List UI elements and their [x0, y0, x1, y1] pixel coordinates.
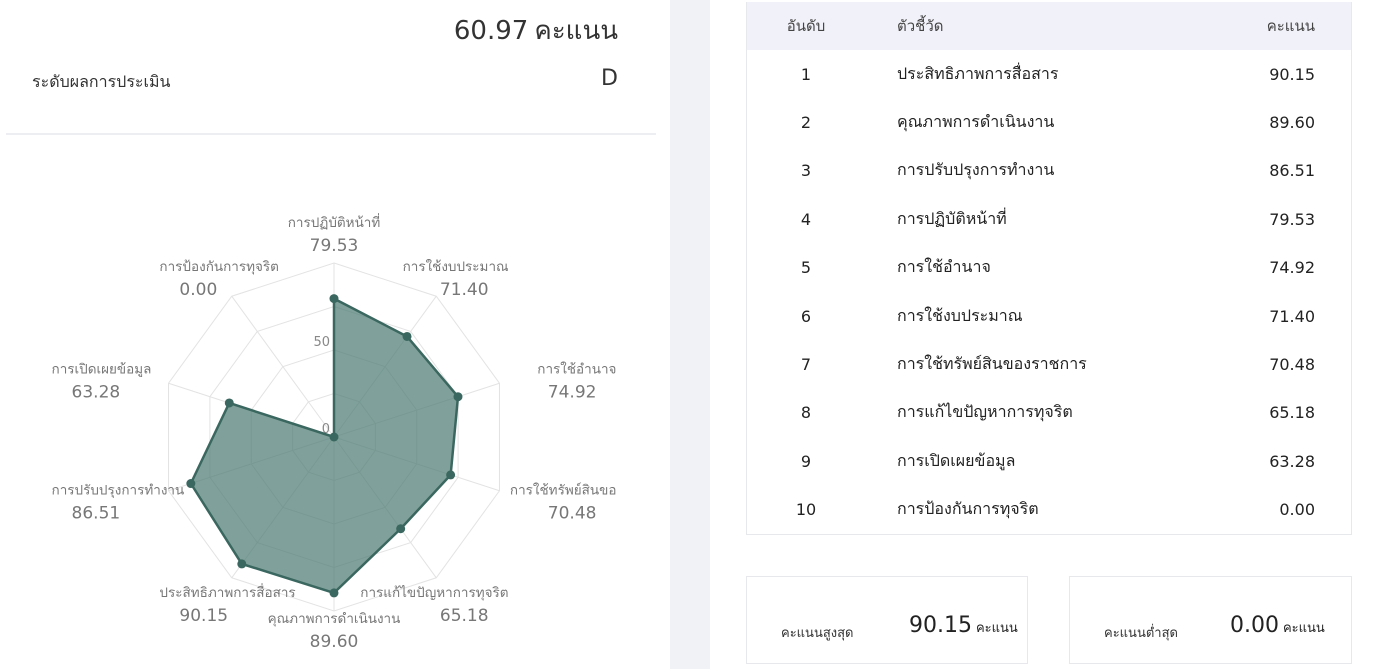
radar-chart: 050 การปฏิบัติหน้าที่79.53การใช้งบประมาณ…: [52, 213, 617, 652]
data-point: [329, 588, 339, 598]
row-rank: 1: [800, 64, 812, 84]
data-point: [453, 392, 463, 402]
row-score: 89.60: [1269, 113, 1315, 133]
data-point: [446, 470, 456, 480]
table-row: 4 การปฏิบัติหน้าที่ 79.53: [747, 195, 1351, 243]
row-rank: 2: [800, 113, 812, 133]
tick-label: 50: [313, 335, 330, 350]
data-point: [237, 559, 247, 569]
axis-label: การเปิดเผยข้อมูล: [52, 362, 152, 378]
row-indicator: คุณภาพการดำเนินงาน: [897, 112, 1055, 132]
score-panel: 60.97 คะแนน ระดับผลการประเมิน D 0 50 การปฏ…: [0, 0, 670, 669]
data-point: [186, 479, 196, 489]
total-score-value: 60.97: [453, 16, 529, 46]
row-score: 86.51: [1269, 161, 1315, 181]
table-row: 6 การใช้งบประมาณ 71.40: [747, 292, 1351, 340]
row-rank: 3: [800, 161, 812, 181]
lowest-score-card: คะแนนต่ำสุด 0.00 คะแนน: [1069, 576, 1352, 664]
row-score: 63.28: [1269, 451, 1315, 471]
table-row: 8 การแก้ไขปัญหาการทุจริต 65.18: [747, 389, 1351, 437]
row-indicator: การปฏิบัติหน้าที่: [897, 208, 1007, 228]
row-rank: 4: [800, 209, 812, 229]
header-score: คะแนน: [1266, 17, 1315, 35]
level-value: D: [601, 66, 618, 91]
row-score: 79.53: [1269, 209, 1315, 229]
row-score: 65.18: [1269, 403, 1315, 423]
table-row: 7 การใช้ทรัพย์สินของราชการ 70.48: [747, 340, 1351, 388]
axis-value-label: 65.18: [440, 606, 489, 626]
highest-score-card: คะแนนสูงสุด 90.15 คะแนน: [746, 576, 1028, 664]
row-indicator: การใช้อำนาจ: [897, 257, 991, 277]
panel-gutter: [670, 0, 710, 669]
data-point: [224, 398, 234, 408]
row-score: 0.00: [1279, 500, 1315, 520]
row-indicator: การป้องกันการทุจริต: [897, 499, 1039, 519]
axis-label: ประสิทธิภาพการสื่อสาร: [159, 583, 295, 601]
table-row: 9 การเปิดเผยข้อมูล 63.28: [747, 437, 1351, 485]
row-indicator: ประสิทธิภาพการสื่อสาร: [897, 63, 1059, 83]
axis-value-label: 74.92: [548, 383, 597, 403]
highest-score-value: 90.15: [909, 613, 972, 638]
axis-label: คุณภาพการดำเนินงาน: [268, 611, 401, 627]
row-rank: 6: [800, 306, 812, 326]
lowest-score: 0.00 คะแนน: [1230, 613, 1325, 638]
axis-label: การแก้ไขปัญหาการทุจริต: [360, 585, 508, 601]
row-indicator: การแก้ไขปัญหาการทุจริต: [897, 402, 1073, 422]
axis-value-label: 71.40: [440, 280, 489, 300]
row-score: 74.92: [1269, 258, 1315, 278]
data-point: [329, 294, 339, 304]
row-rank: 9: [800, 451, 812, 471]
row-rank: 5: [800, 258, 812, 278]
axis-value-label: 90.15: [179, 606, 228, 626]
axis-label: การใช้อำนาจ: [537, 361, 616, 378]
highest-score-unit: คะแนน: [975, 621, 1018, 636]
data-point: [329, 432, 339, 442]
axis-value-label: 0.00: [179, 280, 217, 300]
row-score: 90.15: [1269, 64, 1315, 84]
lowest-score-label: คะแนนต่ำสุด: [1104, 626, 1178, 641]
axis-value-label: 63.28: [72, 383, 121, 403]
data-point: [396, 524, 406, 534]
row-score: 70.48: [1269, 355, 1315, 375]
axis-value-label: 70.48: [548, 503, 597, 523]
divider: [6, 133, 656, 135]
ranking-panel: อันดับ ตัวชี้วัด คะแนน 1 ประสิทธิภาพการส…: [710, 0, 1373, 669]
total-score: 60.97 คะแนน: [454, 10, 618, 51]
header-rank: อันดับ: [786, 17, 826, 35]
lowest-score-unit: คะแนน: [1282, 621, 1325, 636]
lowest-score-value: 0.00: [1230, 613, 1279, 638]
row-indicator: การใช้งบประมาณ: [897, 305, 1023, 325]
axis-value-label: 89.60: [310, 632, 359, 652]
axis-label: การปฏิบัติหน้าที่: [288, 213, 381, 231]
row-indicator: การเปิดเผยข้อมูล: [897, 450, 1016, 470]
row-score: 71.40: [1269, 306, 1315, 326]
table-header: อันดับ ตัวชี้วัด คะแนน: [747, 2, 1351, 50]
axis-label: การป้องกันการทุจริต: [159, 259, 279, 275]
data-point: [402, 331, 412, 341]
ranking-table: อันดับ ตัวชี้วัด คะแนน 1 ประสิทธิภาพการส…: [746, 2, 1352, 535]
level-label: ระดับผลการประเมิน: [32, 72, 171, 91]
highest-score: 90.15 คะแนน: [909, 613, 1018, 638]
row-indicator: การปรับปรุงการทำงาน: [897, 160, 1055, 180]
table-row: 2 คุณภาพการดำเนินงาน 89.60: [747, 98, 1351, 146]
axis-value-label: 79.53: [310, 236, 359, 256]
highest-score-label: คะแนนสูงสุด: [781, 626, 854, 641]
table-row: 5 การใช้อำนาจ 74.92: [747, 244, 1351, 292]
table-row: 10 การป้องกันการทุจริต 0.00: [747, 486, 1351, 534]
row-rank: 10: [795, 500, 817, 520]
axis-value-label: 86.51: [72, 503, 121, 523]
total-score-unit: คะแนน: [534, 16, 618, 46]
header-indicator: ตัวชี้วัด: [897, 17, 944, 35]
table-row: 3 การปรับปรุงการทำงาน 86.51: [747, 147, 1351, 195]
row-rank: 8: [800, 403, 812, 423]
axis-label: การใช้งบประมาณ: [403, 258, 509, 275]
axis-label: การใช้ทรัพย์สินขอ: [510, 481, 617, 498]
row-rank: 7: [800, 355, 812, 375]
table-row: 1 ประสิทธิภาพการสื่อสาร 90.15: [747, 50, 1351, 98]
row-indicator: การใช้ทรัพย์สินของราชการ: [897, 354, 1087, 374]
axis-label: การปรับปรุงการทำงาน: [52, 482, 185, 498]
